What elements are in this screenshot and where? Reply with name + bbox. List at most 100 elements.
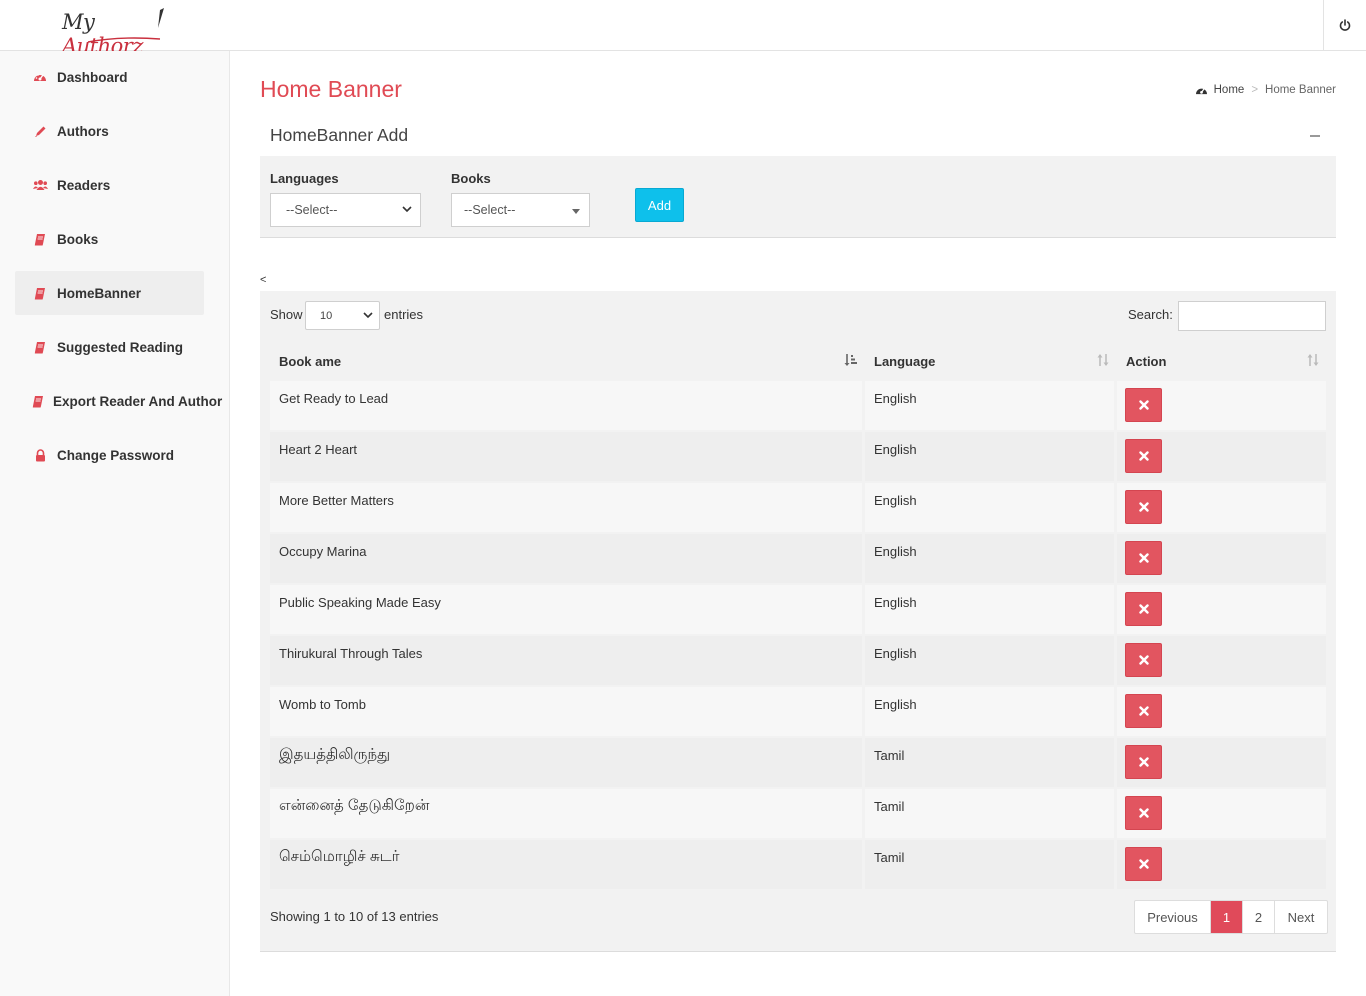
languages-label: Languages [270,171,339,186]
table-row: Womb to Tomb English [270,687,1326,738]
book-name: இதயத்திலிருந்து [279,746,391,763]
sidebar-item-books[interactable]: Books [15,217,204,261]
book-name-cell: என்னைத் தேடுகிறேன் [270,789,862,838]
language-cell: Tamil [865,789,1114,838]
book-name: Womb to Tomb [279,697,366,712]
action-cell [1117,381,1326,430]
language-cell: English [865,381,1114,430]
delete-button[interactable] [1125,541,1162,575]
sidebar-item-label: Suggested Reading [57,339,184,355]
book-name: Get Ready to Lead [279,391,389,406]
sidebar-item-readers[interactable]: Readers [15,163,204,207]
table-row: Thirukural Through Tales English [270,636,1326,687]
homebanner-table-panel: Show 10 entries Search: Book ame Languag… [260,291,1336,952]
power-icon [1339,18,1351,31]
sidebar-item-label: Authors [57,123,109,139]
book-icon [32,231,48,247]
language-value: English [874,391,917,406]
table-row: செம்மொழிச் சுடர் Tamil [270,840,1326,891]
language-cell: Tamil [865,738,1114,787]
pagination-previous[interactable]: Previous [1135,901,1211,933]
column-header-label: Book ame [279,353,342,369]
book-name: என்னைத் தேடுகிறேன் [279,797,430,814]
book-name: More Better Matters [279,493,394,508]
sidebar-item-homebanner[interactable]: HomeBanner [15,271,204,315]
top-header: My Authorz [0,0,1366,58]
column-header-action[interactable]: Action [1116,341,1326,381]
sidebar-item-dashboard[interactable]: Dashboard [15,55,204,99]
search-label: Search: [1128,307,1173,322]
table-header: Book ame Language Action [270,341,1326,381]
close-icon [1138,400,1149,410]
sidebar-item-label: Change Password [57,447,175,463]
action-cell [1117,585,1326,634]
breadcrumb-current: Home Banner [1265,84,1336,96]
breadcrumb-separator: > [1251,84,1259,96]
language-value: English [874,493,917,508]
book-name-cell: Thirukural Through Tales [270,636,862,685]
book-name-cell: Public Speaking Made Easy [270,585,862,634]
close-icon [1138,553,1149,563]
close-icon [1138,655,1149,665]
column-header-label: Language [874,353,936,369]
book-name: Heart 2 Heart [279,442,358,457]
book-name: Thirukural Through Tales [279,646,423,661]
close-icon [1138,808,1149,818]
chevron-down-icon [363,312,373,319]
delete-button[interactable] [1125,490,1162,524]
show-label: Show [270,307,303,322]
sidebar-item-export-reader-and-author[interactable]: Export Reader And Author [15,379,222,423]
sort-both-icon [1307,354,1319,366]
close-icon [1138,604,1149,614]
book-name: செம்மொழிச் சுடர் [279,848,400,865]
column-header-label: Action [1126,353,1167,369]
languages-select[interactable]: --Select-- [270,193,421,227]
column-header-language[interactable]: Language [864,341,1116,381]
pagination-next[interactable]: Next [1275,901,1327,933]
sidebar-item-label: HomeBanner [57,285,142,301]
book-name-cell: செம்மொழிச் சுடர் [270,840,862,889]
delete-button[interactable] [1125,694,1162,728]
book-name-cell: Occupy Marina [270,534,862,583]
logout-button[interactable] [1324,0,1366,50]
delete-button[interactable] [1125,643,1162,677]
dashboard-icon [1195,87,1207,94]
language-cell: English [865,636,1114,685]
pagination-page-1[interactable]: 1 [1211,901,1243,933]
lock-icon [32,447,48,463]
action-cell [1117,432,1326,481]
collapse-minus-icon[interactable] [1308,127,1322,141]
pagination-page-2[interactable]: 2 [1243,901,1275,933]
delete-button[interactable] [1125,592,1162,626]
language-value: English [874,697,917,712]
entries-per-page-select[interactable]: 10 [305,301,380,330]
sidebar-item-change-password[interactable]: Change Password [15,433,204,477]
close-icon [1138,451,1149,461]
column-header-book-name[interactable]: Book ame [270,341,864,381]
sidebar-item-authors[interactable]: Authors [15,109,204,153]
book-name-cell: Heart 2 Heart [270,432,862,481]
close-icon [1138,757,1149,767]
book-icon [32,393,44,409]
add-button[interactable]: Add [635,188,684,222]
action-cell [1117,738,1326,787]
delete-button[interactable] [1125,745,1162,779]
sidebar-item-label: Readers [57,177,111,193]
delete-button[interactable] [1125,847,1162,881]
search-input[interactable] [1178,301,1326,331]
app-logo[interactable]: My Authorz [60,6,170,58]
books-label: Books [451,171,491,186]
delete-button[interactable] [1125,439,1162,473]
table-row: Occupy Marina English [270,534,1326,585]
delete-button[interactable] [1125,796,1162,830]
breadcrumb-home-link[interactable]: Home [1214,84,1245,96]
sidebar-item-suggested-reading[interactable]: Suggested Reading [15,325,204,369]
sort-both-icon [1097,354,1109,366]
language-value: Tamil [874,748,905,763]
table-row: Public Speaking Made Easy English [270,585,1326,636]
sidebar-item-label: Dashboard [57,69,128,85]
pagination: Previous 1 2 Next [1134,900,1328,934]
sidebar-item-label: Books [57,231,99,247]
delete-button[interactable] [1125,388,1162,422]
books-select[interactable]: --Select-- [451,193,590,227]
